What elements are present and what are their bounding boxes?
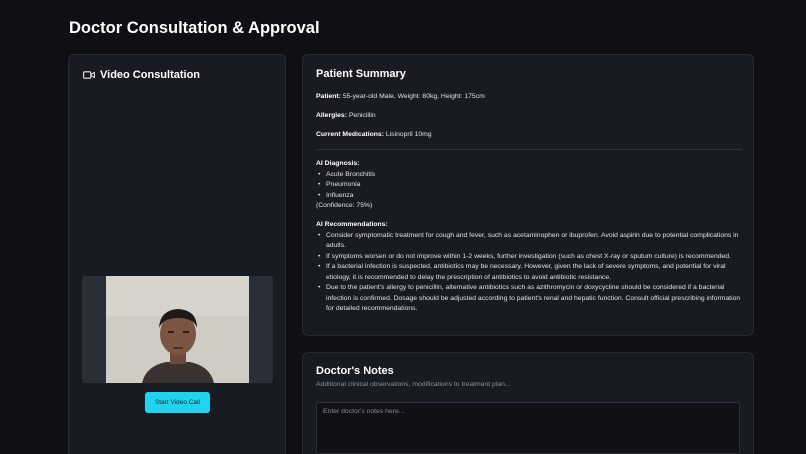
medications-row: Current Medications: Lisinopril 10mg [316, 130, 742, 141]
video-consultation-header: Video Consultation [83, 69, 200, 81]
diagnosis-confidence: (Confidence: 75%) [316, 202, 373, 209]
patient-value: 55-year-old Male, Weight: 80kg, Height: … [342, 93, 485, 100]
doctors-notes-input[interactable] [316, 402, 740, 454]
video-consultation-title: Video Consultation [100, 69, 201, 81]
video-consultation-panel: Video Consultation Start Video Call [68, 54, 286, 454]
recommendation-item: Consider symptomatic treatment for cough… [318, 231, 742, 252]
video-preview [82, 276, 273, 383]
summary-divider [316, 149, 742, 150]
allergies-label: Allergies: [316, 112, 347, 119]
start-video-call-button[interactable]: Start Video Call [145, 392, 210, 413]
doctors-notes-panel: Doctor's Notes Additional clinical obser… [302, 352, 754, 454]
recommendation-item: If symptoms worsen or do not improve wit… [318, 252, 742, 263]
patient-summary-body: Patient: 55-year-old Male, Weight: 80kg,… [316, 92, 742, 315]
recommendation-item: Due to the patient's allergy to penicill… [318, 283, 742, 315]
diagnosis-item: Pneumonia [318, 180, 742, 191]
ai-diagnosis-list: Acute Bronchitis Pneumonia Influenza [316, 170, 742, 202]
patient-info-row: Patient: 55-year-old Male, Weight: 80kg,… [316, 92, 742, 103]
camera-feed [106, 276, 249, 383]
allergies-row: Allergies: Penicillin [316, 111, 742, 122]
patient-label: Patient: [316, 93, 341, 100]
patient-summary-panel: Patient Summary Patient: 55-year-old Mal… [302, 54, 754, 336]
patient-summary-title: Patient Summary [316, 68, 406, 80]
diagnosis-item: Influenza [318, 191, 742, 202]
ai-diagnosis-label: AI Diagnosis: [316, 160, 360, 167]
ai-recommendations-list: Consider symptomatic treatment for cough… [316, 231, 742, 315]
ai-recommendations-label: AI Recommendations: [316, 221, 388, 228]
medications-value: Lisinopril 10mg [385, 131, 432, 138]
diagnosis-item: Acute Bronchitis [318, 170, 742, 181]
video-camera-icon [83, 71, 95, 79]
medications-label: Current Medications: [316, 131, 384, 138]
recommendation-item: If a bacterial infection is suspected, a… [318, 262, 742, 283]
doctors-notes-title: Doctor's Notes [316, 365, 394, 377]
doctors-notes-subtitle: Additional clinical observations, modifi… [316, 381, 511, 388]
page-title: Doctor Consultation & Approval [69, 19, 320, 37]
allergies-value: Penicillin [348, 112, 376, 119]
